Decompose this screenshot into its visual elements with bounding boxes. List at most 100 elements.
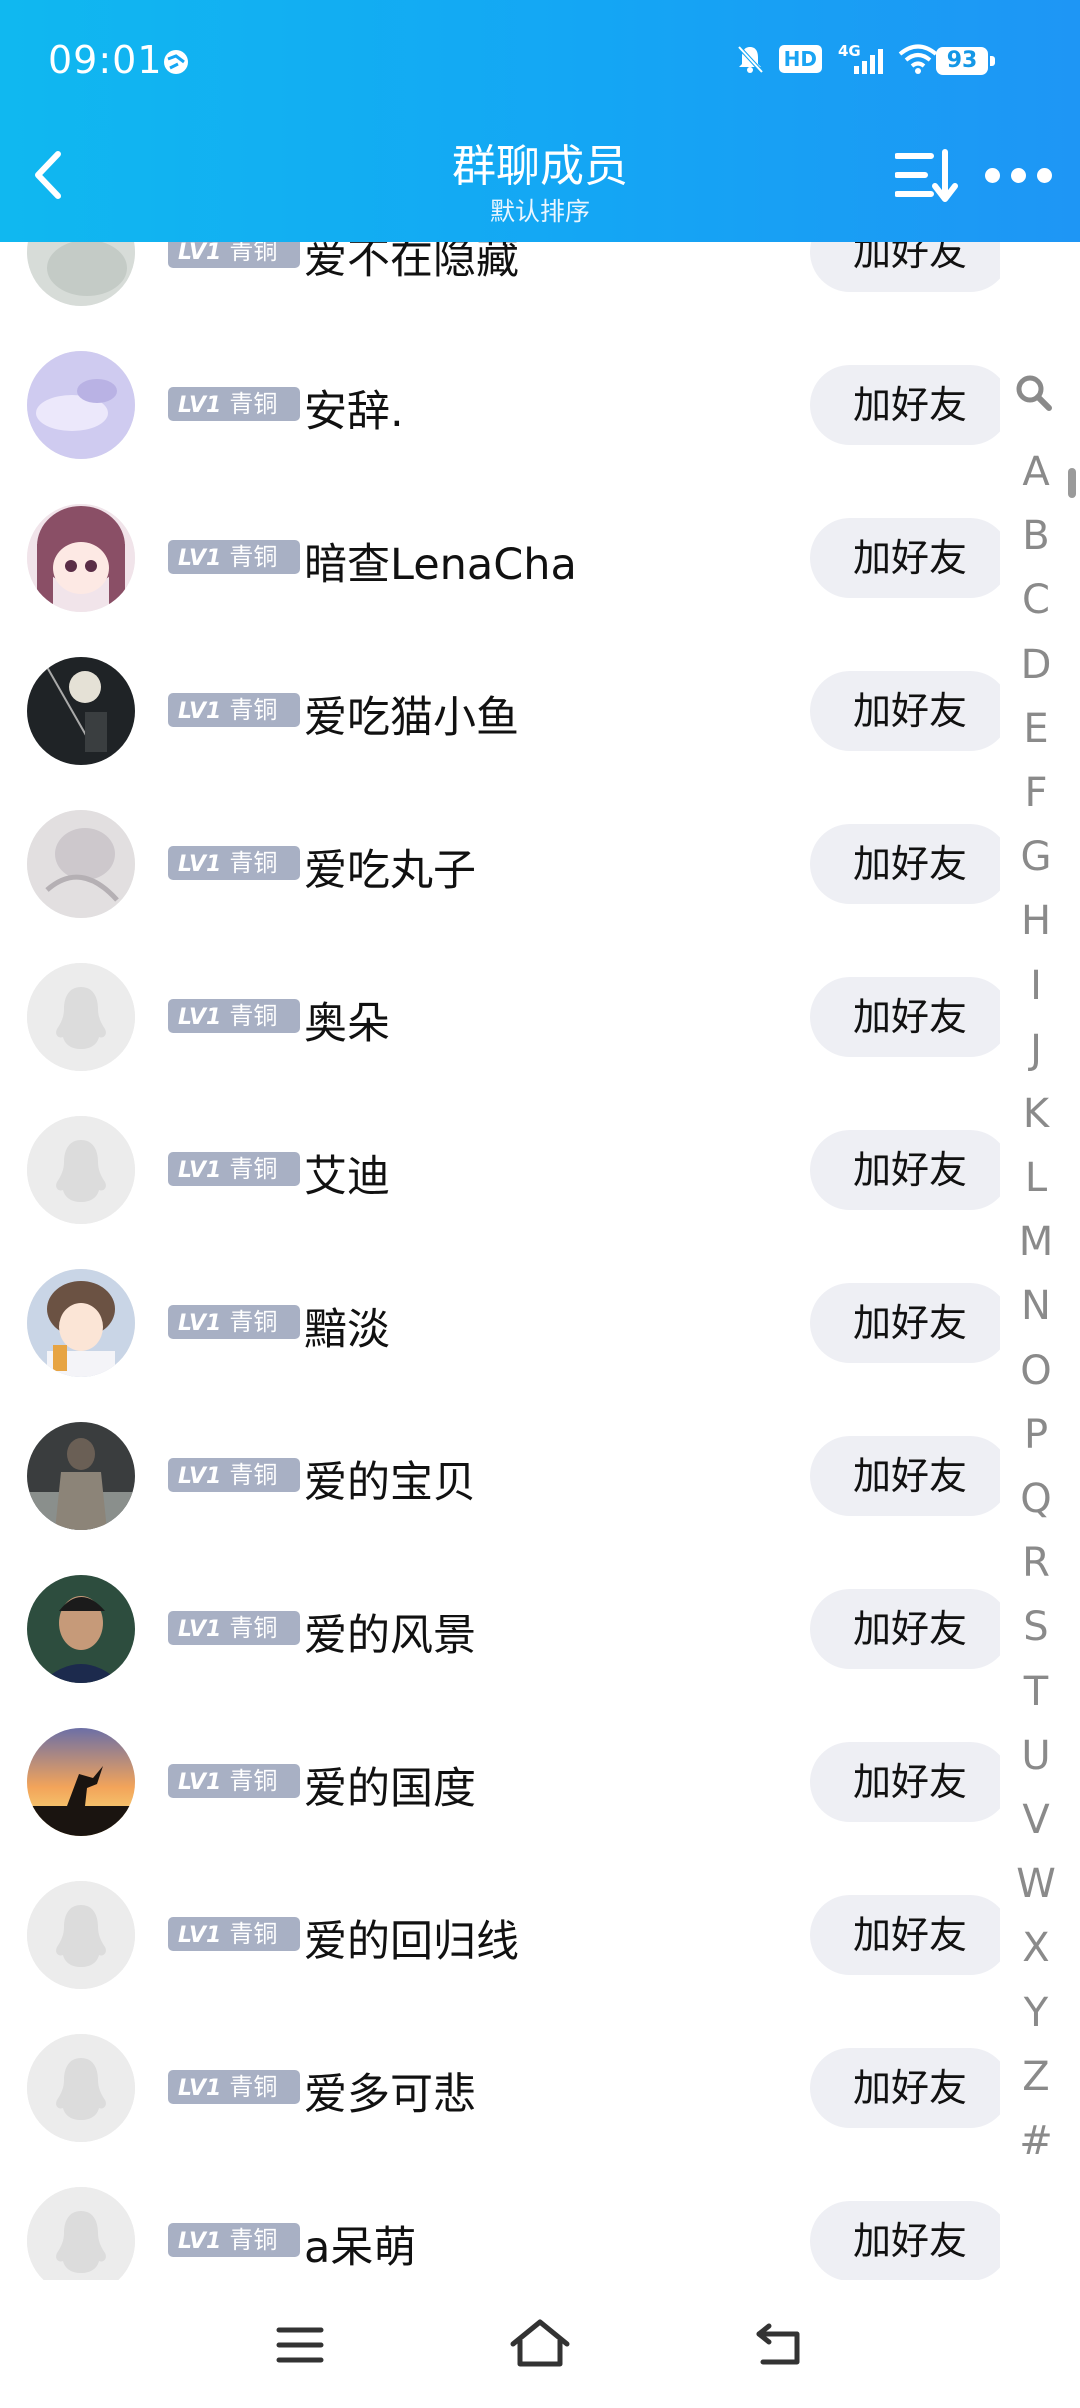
add-friend-button[interactable]: 加好友 [810, 1895, 1000, 1975]
index-letter[interactable]: F [1006, 761, 1066, 825]
member-row[interactable]: LV1 青铜 艾迪 加好友 [0, 1094, 1000, 1247]
more-dot [1011, 167, 1026, 183]
index-letter[interactable]: T [1006, 1660, 1066, 1724]
add-friend-button[interactable]: 加好友 [810, 2048, 1000, 2128]
index-letter[interactable]: D [1006, 633, 1066, 697]
rank-text: 青铜 [229, 543, 278, 571]
index-letter[interactable]: O [1006, 1339, 1066, 1403]
add-friend-button[interactable]: 加好友 [810, 1436, 1000, 1516]
member-avatar[interactable] [27, 657, 135, 765]
add-friend-button[interactable]: 加好友 [810, 671, 1000, 751]
member-avatar[interactable] [27, 963, 135, 1071]
index-letter[interactable]: Q [1006, 1467, 1066, 1531]
index-letter[interactable]: Y [1006, 1981, 1066, 2045]
member-name: a呆萌 [304, 2223, 417, 2273]
index-letter[interactable]: U [1006, 1724, 1066, 1788]
member-name: 安辞. [304, 387, 404, 437]
member-row[interactable]: LV1 青铜 爱的回归线 加好友 [0, 1859, 1000, 2012]
member-avatar[interactable] [27, 351, 135, 459]
index-letter[interactable]: H [1006, 889, 1066, 953]
index-letter[interactable]: A [1006, 440, 1066, 504]
index-letter[interactable]: G [1006, 825, 1066, 889]
home-icon[interactable] [505, 2310, 575, 2380]
mute-bell-icon [737, 45, 764, 74]
add-friend-button[interactable]: 加好友 [810, 824, 1000, 904]
sort-icon[interactable] [895, 148, 959, 204]
level-text: LV1 [178, 1617, 222, 1642]
member-row[interactable]: LV1 青铜 黯淡 加好友 [0, 1247, 1000, 1400]
member-avatar[interactable] [27, 504, 135, 612]
member-row[interactable]: LV1 青铜 奥朵 加好友 [0, 941, 1000, 1094]
member-avatar[interactable] [27, 1269, 135, 1377]
add-friend-button[interactable]: 加好友 [810, 2201, 1000, 2280]
add-friend-button[interactable]: 加好友 [810, 1589, 1000, 1669]
alphabet-index[interactable]: A B C D E F G H I J K L M N O P Q R S T U V W X Y Z # [1006, 440, 1066, 2173]
rank-text: 青铜 [229, 849, 278, 877]
member-row[interactable]: LV1 青铜 爱的风景 加好友 [0, 1553, 1000, 1706]
index-letter[interactable]: V [1006, 1788, 1066, 1852]
index-letter[interactable]: Z [1006, 2045, 1066, 2109]
index-letter[interactable]: M [1006, 1210, 1066, 1274]
add-friend-button[interactable]: 加好友 [810, 1742, 1000, 1822]
level-text: LV1 [178, 852, 222, 877]
back-nav-icon[interactable] [745, 2310, 815, 2380]
add-friend-button[interactable]: 加好友 [810, 1130, 1000, 1210]
member-avatar[interactable] [27, 1575, 135, 1683]
index-letter[interactable]: P [1006, 1403, 1066, 1467]
member-avatar[interactable] [27, 810, 135, 918]
member-list: LV1 青铜 爱不在隐藏 加好友 LV1 青铜 安辞. 加好友 LV1 青铜 暗查LenaCha 加好… [0, 0, 1000, 2280]
index-letter[interactable]: I [1006, 954, 1066, 1018]
index-letter[interactable]: C [1006, 568, 1066, 632]
index-letter[interactable]: N [1006, 1274, 1066, 1338]
member-name: 爱的宝贝 [304, 1458, 476, 1508]
add-friend-button[interactable]: 加好友 [810, 1283, 1000, 1363]
member-row[interactable]: LV1 青铜 爱的国度 加好友 [0, 1706, 1000, 1859]
rank-text: 青铜 [229, 1002, 278, 1030]
member-row[interactable]: LV1 青铜 安辞. 加好友 [0, 329, 1000, 482]
member-name: 爱吃猫小鱼 [304, 693, 519, 743]
member-row[interactable]: LV1 青铜 爱的宝贝 加好友 [0, 1400, 1000, 1553]
index-letter[interactable]: S [1006, 1595, 1066, 1659]
member-row[interactable]: LV1 青铜 暗查LenaCha 加好友 [0, 482, 1000, 635]
add-friend-button[interactable]: 加好友 [810, 977, 1000, 1057]
level-badge: LV1 青铜 [168, 2223, 300, 2257]
index-search-icon[interactable] [1013, 372, 1053, 412]
menu-icon[interactable] [265, 2310, 335, 2380]
index-letter[interactable]: X [1006, 1916, 1066, 1980]
scrollbar-thumb[interactable] [1068, 468, 1076, 498]
add-friend-button[interactable]: 加好友 [810, 365, 1000, 445]
level-badge: LV1 青铜 [168, 1152, 300, 1186]
member-avatar[interactable] [27, 1422, 135, 1530]
more-dot [985, 167, 1000, 183]
index-letter[interactable]: B [1006, 504, 1066, 568]
member-avatar[interactable] [27, 1116, 135, 1224]
member-avatar[interactable] [27, 1728, 135, 1836]
level-badge: LV1 青铜 [168, 693, 300, 727]
rank-text: 青铜 [229, 2226, 278, 2254]
member-name: 爱的风景 [304, 1611, 476, 1661]
member-avatar[interactable] [27, 2034, 135, 2142]
level-badge: LV1 青铜 [168, 846, 300, 880]
level-badge: LV1 青铜 [168, 2070, 300, 2104]
level-text: LV1 [178, 546, 222, 571]
more-icon[interactable] [985, 160, 1055, 190]
index-letter[interactable]: # [1006, 2109, 1066, 2173]
more-dot [1037, 167, 1052, 183]
index-letter[interactable]: E [1006, 697, 1066, 761]
signal-icon: 4G [838, 42, 883, 74]
member-row[interactable]: LV1 青铜 爱吃丸子 加好友 [0, 788, 1000, 941]
battery-indicator: 93 [936, 47, 995, 75]
member-avatar[interactable] [27, 1881, 135, 1989]
member-row[interactable]: LV1 青铜 爱多可悲 加好友 [0, 2012, 1000, 2165]
index-letter[interactable]: W [1006, 1852, 1066, 1916]
index-letter[interactable]: R [1006, 1531, 1066, 1595]
index-letter[interactable]: K [1006, 1082, 1066, 1146]
index-letter[interactable]: L [1006, 1146, 1066, 1210]
index-letter[interactable]: J [1006, 1018, 1066, 1082]
member-row[interactable]: LV1 青铜 a呆萌 加好友 [0, 2165, 1000, 2280]
member-avatar[interactable] [27, 2187, 135, 2280]
member-row[interactable]: LV1 青铜 爱吃猫小鱼 加好友 [0, 635, 1000, 788]
rank-text: 青铜 [229, 1614, 278, 1642]
add-friend-button[interactable]: 加好友 [810, 518, 1000, 598]
member-name: 奥朵 [304, 999, 390, 1049]
